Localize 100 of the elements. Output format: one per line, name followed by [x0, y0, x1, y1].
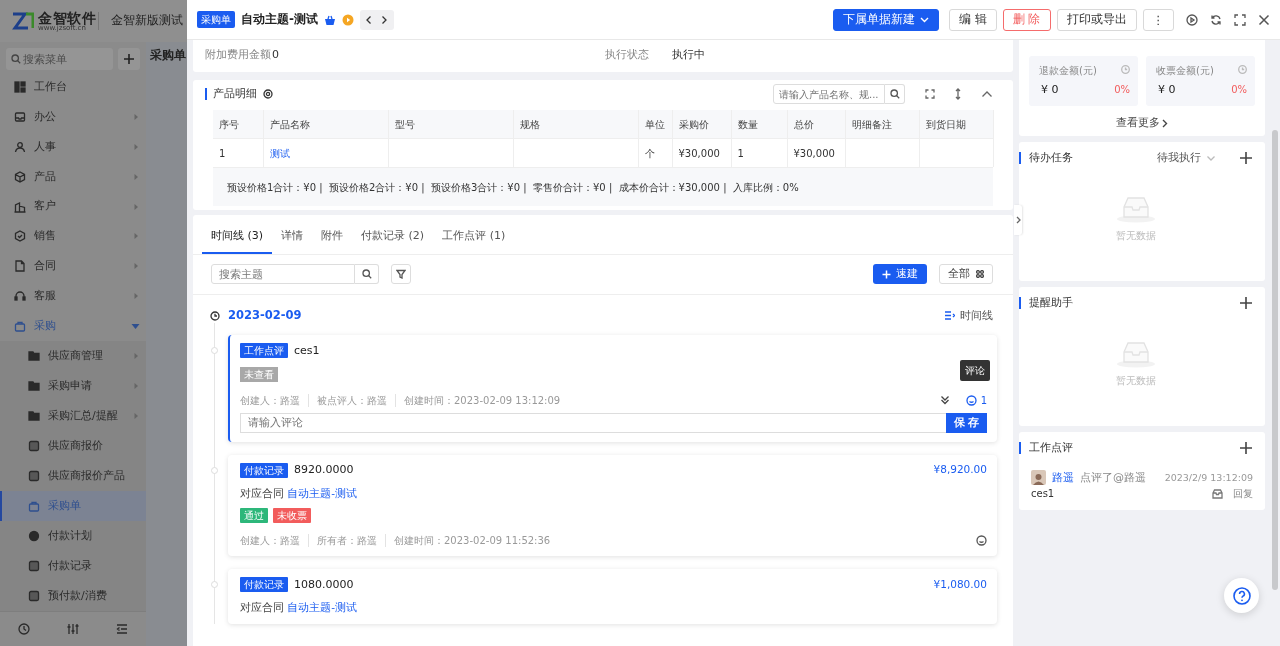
- square-icon: [28, 470, 40, 483]
- product-search-field[interactable]: 请输入产品名称、规...: [773, 84, 885, 105]
- circle-icon: [28, 530, 40, 543]
- table-cell: 1: [219, 147, 226, 159]
- column-header: 型号: [394, 118, 415, 130]
- search-button[interactable]: [355, 264, 379, 285]
- tab[interactable]: 时间线 (3): [202, 219, 273, 255]
- menu-item[interactable]: 工作台: [0, 72, 146, 102]
- meta-text: 创建时间：2023-02-09 13:12:09: [395, 393, 561, 407]
- author-link[interactable]: 路遥: [1052, 470, 1074, 485]
- refresh-icon[interactable]: [1210, 13, 1222, 26]
- status-tag: 未查看: [240, 367, 278, 383]
- filter-all-button[interactable]: 全部: [939, 264, 993, 285]
- tab[interactable]: 附件: [312, 219, 353, 255]
- amount: ¥8,920.00: [933, 463, 987, 477]
- meta-text: 创建时间：2023-02-09 11:52:36: [385, 534, 551, 548]
- plus-icon[interactable]: [1239, 296, 1253, 311]
- menu-item[interactable]: 供应商报价: [0, 431, 146, 462]
- basket-icon[interactable]: [324, 13, 336, 26]
- field-label: 执行状态: [605, 48, 650, 63]
- tab[interactable]: 工作点评 (1): [433, 219, 515, 255]
- meta-text: 创建人：路遥: [240, 534, 300, 548]
- field-label: 附加费用金额: [205, 48, 272, 63]
- stat-percent: 0%: [1114, 82, 1130, 97]
- entry-title: ces1: [294, 343, 320, 358]
- menu-item[interactable]: 客服: [0, 281, 146, 312]
- menu-item[interactable]: 办公: [0, 101, 146, 132]
- collapse-handle[interactable]: [1014, 205, 1022, 235]
- filter-dropdown[interactable]: 待我执行: [1157, 151, 1215, 166]
- plus-icon[interactable]: [1239, 441, 1253, 456]
- scrollbar[interactable]: [1272, 130, 1278, 590]
- meta-text: 所有者：路遥: [308, 534, 377, 548]
- close-icon[interactable]: [1258, 13, 1270, 26]
- create-dropdown-button[interactable]: 下属单据新建: [833, 8, 940, 31]
- menu-item[interactable]: 人事: [0, 131, 146, 162]
- clock-icon: [1238, 65, 1247, 74]
- column-header: 明细备注: [851, 118, 892, 130]
- status-tag: 未收票: [273, 508, 311, 524]
- contract-text: 对应合同 自动主题-测试: [240, 601, 358, 614]
- menu-item[interactable]: 付款计划: [0, 521, 146, 552]
- double-chevron-down-icon[interactable]: [939, 395, 950, 406]
- reply-link[interactable]: 回复: [1233, 487, 1253, 501]
- stat-label: 收票金额(元): [1156, 64, 1215, 78]
- view-more-link[interactable]: 查看更多: [1029, 116, 1255, 131]
- grid-icon: [14, 80, 26, 93]
- play-icon[interactable]: [1186, 13, 1198, 26]
- view-toggle[interactable]: 时间线: [944, 308, 993, 323]
- contract-link[interactable]: 自动主题-测试: [287, 486, 358, 499]
- chevron-right-icon: [1162, 118, 1168, 128]
- menu-item[interactable]: 客户: [0, 191, 146, 222]
- comment-input[interactable]: 请输入评论: [240, 412, 946, 433]
- tray-icon: [14, 110, 26, 123]
- add-button[interactable]: [118, 48, 140, 70]
- toolbar-button[interactable]: 删 除: [1002, 8, 1051, 31]
- archive-icon[interactable]: [1212, 488, 1223, 499]
- meta-text: 被点评人：路遥: [308, 393, 387, 407]
- sliders-icon[interactable]: [67, 623, 79, 636]
- menu-item[interactable]: 预付款/消费: [0, 581, 146, 612]
- chevron-right-icon: [1015, 216, 1021, 224]
- toolbar-button[interactable]: ⋮: [1142, 8, 1174, 31]
- menu-item[interactable]: 产品: [0, 161, 146, 192]
- product-link[interactable]: 测试: [269, 147, 290, 159]
- help-button[interactable]: [1224, 578, 1259, 613]
- menu-item[interactable]: 采购汇总/提醒: [0, 401, 146, 432]
- stat-value: ¥ 0: [1040, 82, 1060, 98]
- menu-item[interactable]: 付款记录: [0, 551, 146, 582]
- menu-item[interactable]: 采购申请: [0, 371, 146, 402]
- history-icon[interactable]: [18, 623, 31, 636]
- search-field[interactable]: 搜索菜单: [6, 48, 113, 70]
- search-button[interactable]: [885, 84, 905, 105]
- toolbar-button[interactable]: 打印或导出: [1056, 8, 1137, 31]
- review-text: ces1: [1031, 487, 1055, 501]
- tooltip: 评论: [959, 359, 990, 381]
- collapse-menu-icon[interactable]: [115, 623, 128, 636]
- menu-item[interactable]: 供应商报价产品: [0, 461, 146, 492]
- menu-item[interactable]: 供应商管理: [0, 341, 146, 372]
- topic-search-field[interactable]: 搜索主题: [211, 264, 355, 285]
- clock-icon: [1121, 65, 1130, 74]
- fullscreen-icon[interactable]: [925, 89, 935, 100]
- menu-item[interactable]: 合同: [0, 251, 146, 282]
- column-header: 总价: [793, 118, 814, 130]
- filter-button[interactable]: [391, 264, 411, 285]
- contract-link[interactable]: 自动主题-测试: [287, 601, 358, 614]
- menu-item[interactable]: 销售: [0, 221, 146, 252]
- chevron-up-icon[interactable]: [981, 90, 993, 99]
- tab[interactable]: 付款记录 (2): [352, 219, 434, 255]
- plus-icon[interactable]: [1239, 151, 1253, 166]
- entry-type-tag: 工作点评: [240, 343, 288, 359]
- toolbar-button[interactable]: 编 辑: [949, 8, 997, 31]
- chat-bubble-icon[interactable]: [976, 535, 987, 547]
- expand-height-icon[interactable]: [953, 88, 963, 101]
- fullscreen-icon[interactable]: [1234, 13, 1246, 26]
- quick-create-button[interactable]: 速建: [873, 264, 927, 285]
- page-tab[interactable]: 采购单: [150, 48, 186, 64]
- table-cell: 个: [644, 147, 655, 159]
- tab[interactable]: 详情: [272, 219, 313, 255]
- save-button[interactable]: 保 存: [946, 412, 987, 433]
- panel-title: 提醒助手: [1029, 296, 1074, 311]
- menu-item[interactable]: 采购: [0, 311, 146, 342]
- settings-icon[interactable]: [263, 89, 273, 100]
